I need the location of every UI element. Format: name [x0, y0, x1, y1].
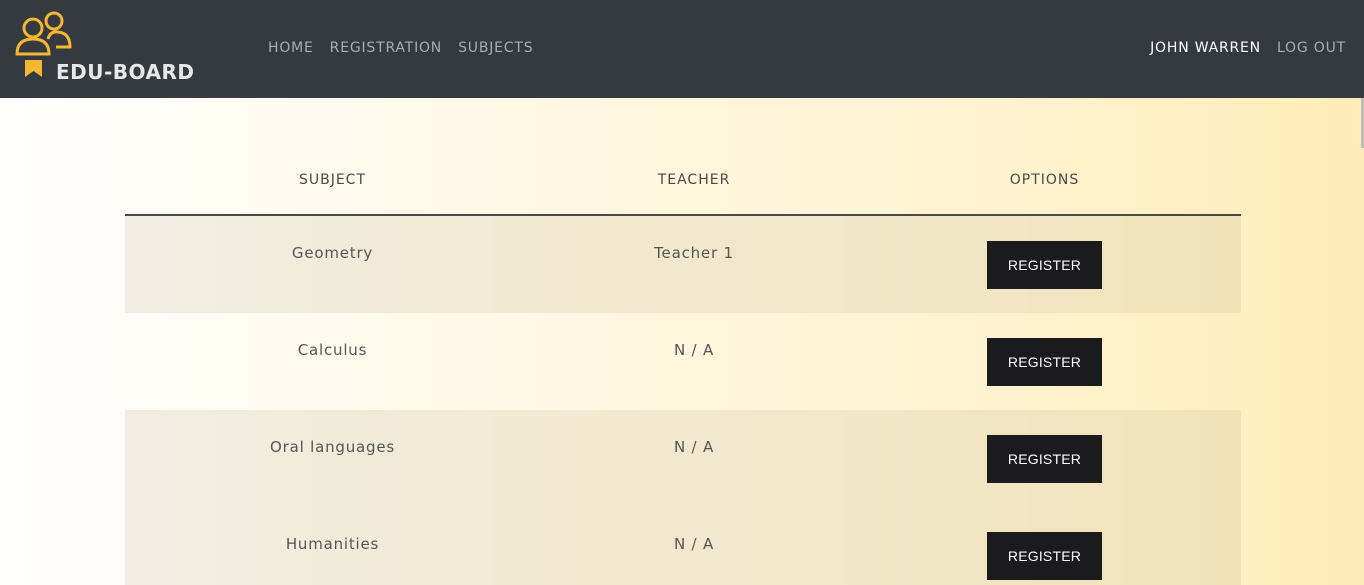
- table-row: Oral languages N / A REGISTER: [125, 410, 1241, 507]
- table-row: Geometry Teacher 1 REGISTER: [125, 216, 1241, 313]
- nav-subjects[interactable]: SUBJECTS: [458, 39, 533, 57]
- options-cell: REGISTER: [848, 507, 1241, 585]
- user-nav: JOHN WARREN LOG OUT: [1150, 39, 1346, 57]
- subject-cell: Calculus: [297, 341, 368, 359]
- logout-link[interactable]: LOG OUT: [1277, 39, 1346, 57]
- teacher-cell: Teacher 1: [654, 244, 734, 262]
- header-subject: SUBJECT: [298, 171, 367, 188]
- table-header: SUBJECT TEACHER OPTIONS: [125, 145, 1241, 216]
- nav-home[interactable]: HOME: [268, 39, 314, 57]
- subject-cell: Humanities: [285, 535, 380, 553]
- table-row: Humanities N / A REGISTER: [125, 507, 1241, 585]
- header-options: OPTIONS: [1009, 171, 1080, 188]
- register-button[interactable]: REGISTER: [987, 241, 1102, 289]
- nav-registration[interactable]: REGISTRATION: [330, 39, 442, 57]
- register-button[interactable]: REGISTER: [987, 435, 1102, 483]
- user-name-link[interactable]: JOHN WARREN: [1150, 39, 1261, 57]
- options-cell: REGISTER: [848, 313, 1241, 410]
- subject-cell: Oral languages: [270, 438, 395, 456]
- teacher-cell: N / A: [673, 438, 715, 456]
- subject-cell: Geometry: [291, 244, 374, 262]
- brand-name: EDU-BOARD: [56, 60, 195, 84]
- brand-logo[interactable]: EDU-BOARD: [14, 10, 214, 85]
- options-cell: REGISTER: [848, 216, 1241, 313]
- table-row: Calculus N / A REGISTER: [125, 313, 1241, 410]
- header-teacher: TEACHER: [657, 171, 731, 188]
- options-cell: REGISTER: [848, 410, 1241, 507]
- register-button[interactable]: REGISTER: [987, 338, 1102, 386]
- subjects-table: SUBJECT TEACHER OPTIONS Geometry Teacher…: [125, 145, 1241, 585]
- teacher-cell: N / A: [673, 341, 715, 359]
- teacher-cell: N / A: [673, 535, 715, 553]
- top-navbar: EDU-BOARD HOME REGISTRATION SUBJECTS JOH…: [0, 0, 1364, 98]
- main-nav: HOME REGISTRATION SUBJECTS: [268, 39, 533, 57]
- register-button[interactable]: REGISTER: [987, 532, 1102, 580]
